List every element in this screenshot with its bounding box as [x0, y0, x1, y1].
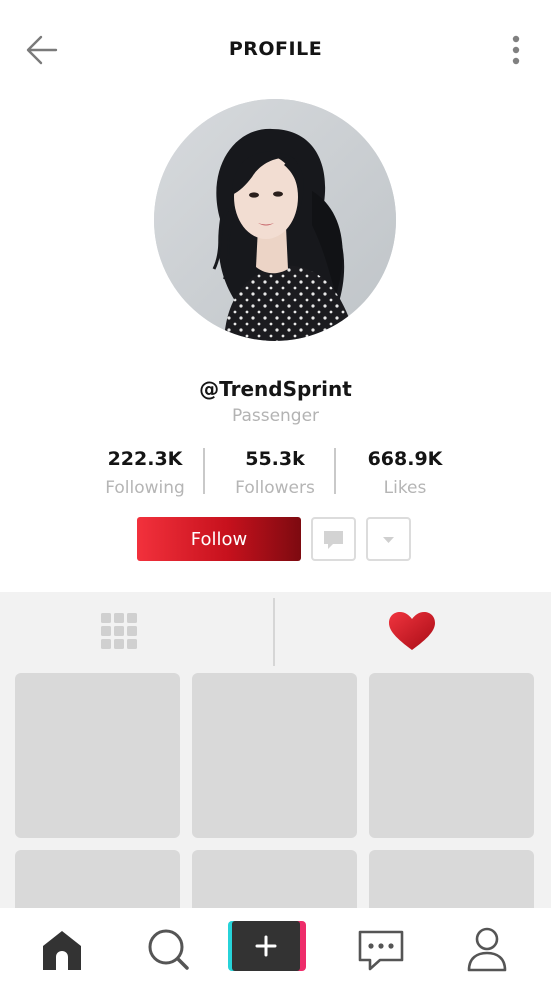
- plus-icon: [228, 921, 306, 971]
- more-vertical-icon: [512, 35, 520, 65]
- profile-photo: [154, 99, 396, 341]
- chat-icon: [358, 930, 404, 971]
- tab-liked[interactable]: [277, 592, 551, 667]
- header: PROFILE: [0, 0, 551, 98]
- stat-value: 55.3k: [245, 448, 305, 470]
- video-thumbnail[interactable]: [15, 850, 180, 908]
- page-title: PROFILE: [228, 38, 323, 60]
- user-icon: [467, 927, 507, 972]
- home-icon: [43, 931, 81, 970]
- stat-label: Followers: [235, 478, 315, 498]
- more-actions-dropdown[interactable]: [366, 517, 411, 561]
- more-options-button[interactable]: [506, 33, 526, 67]
- nav-inbox[interactable]: [356, 924, 406, 974]
- stat-following[interactable]: 222.3K Following: [70, 446, 220, 501]
- message-icon: [324, 531, 343, 549]
- nav-home[interactable]: [37, 924, 87, 974]
- content-panel: [0, 592, 551, 908]
- stat-likes[interactable]: 668.9K Likes: [330, 446, 480, 501]
- stat-label: Likes: [383, 478, 427, 498]
- username: @TrendSprint: [199, 377, 352, 401]
- stat-value: 222.3K: [107, 448, 183, 470]
- bottom-nav: [0, 908, 551, 990]
- video-thumbnail[interactable]: [192, 673, 357, 838]
- profile-stats: 222.3K Following 55.3k Followers 668.9K …: [70, 446, 510, 502]
- grid-icon: [101, 613, 137, 649]
- caret-down-icon: [383, 537, 394, 543]
- heart-icon: [389, 612, 435, 650]
- nav-create[interactable]: [228, 921, 306, 973]
- nav-profile[interactable]: [462, 924, 512, 974]
- video-thumbnail[interactable]: [369, 850, 534, 908]
- follow-button[interactable]: Follow: [137, 517, 301, 561]
- nav-search[interactable]: [143, 924, 193, 974]
- stat-followers[interactable]: 55.3k Followers: [200, 446, 350, 501]
- video-thumbnail[interactable]: [369, 673, 534, 838]
- message-button[interactable]: [311, 517, 356, 561]
- stat-value: 668.9K: [367, 448, 443, 470]
- search-icon: [148, 929, 189, 970]
- tab-divider: [273, 598, 275, 666]
- tab-posts[interactable]: [0, 592, 274, 667]
- video-thumbnail[interactable]: [15, 673, 180, 838]
- avatar[interactable]: [154, 99, 396, 341]
- profile-subtitle: Passenger: [231, 406, 320, 426]
- stat-label: Following: [105, 478, 185, 498]
- video-thumbnail[interactable]: [192, 850, 357, 908]
